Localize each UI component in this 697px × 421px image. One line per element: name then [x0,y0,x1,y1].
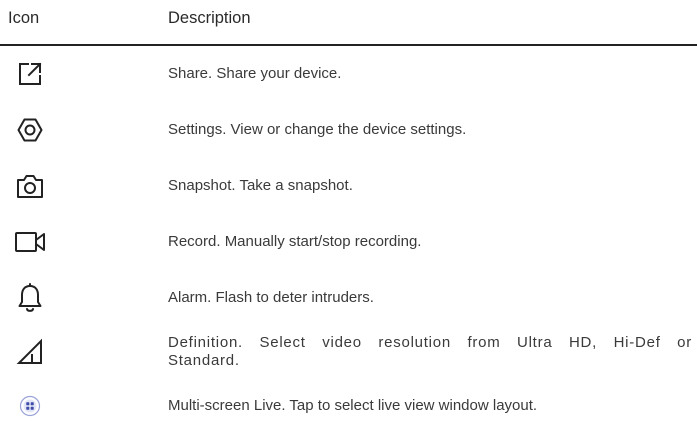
share-icon [0,56,60,92]
table-row-share: Share. Share your device. [0,56,697,96]
row-description: Share. Share your device. [168,65,342,82]
table-row-multi-screen: Multi-screen Live. Tap to select live vi… [0,394,697,420]
table-row-definition: Definition. Select video resolution from… [0,332,697,376]
icon-description-table: Icon Description Share. Share your devic… [0,0,697,421]
header-description: Description [168,9,251,27]
camera-icon [0,167,60,205]
row-description: Record. Manually start/stop recording. [168,233,422,250]
video-camera-icon [0,223,60,261]
settings-icon [0,112,60,148]
row-description: Alarm. Flash to deter intruders. [168,289,374,306]
table-row-alarm: Alarm. Flash to deter intruders. [0,278,697,318]
row-description: Settings. View or change the device sett… [168,121,467,138]
multi-screen-icon [0,394,60,418]
row-description: Multi-screen Live. Tap to select live vi… [168,397,538,414]
row-description: Definition. Select video resolution from… [168,334,692,369]
signal-triangle-icon [0,332,60,372]
bell-icon [0,278,60,318]
table-row-record: Record. Manually start/stop recording. [0,223,697,263]
header-icon: Icon [8,9,40,27]
row-description: Snapshot. Take a snapshot. [168,177,353,194]
table-row-settings: Settings. View or change the device sett… [0,112,697,152]
table-row-snapshot: Snapshot. Take a snapshot. [0,167,697,207]
header-divider [0,44,697,46]
